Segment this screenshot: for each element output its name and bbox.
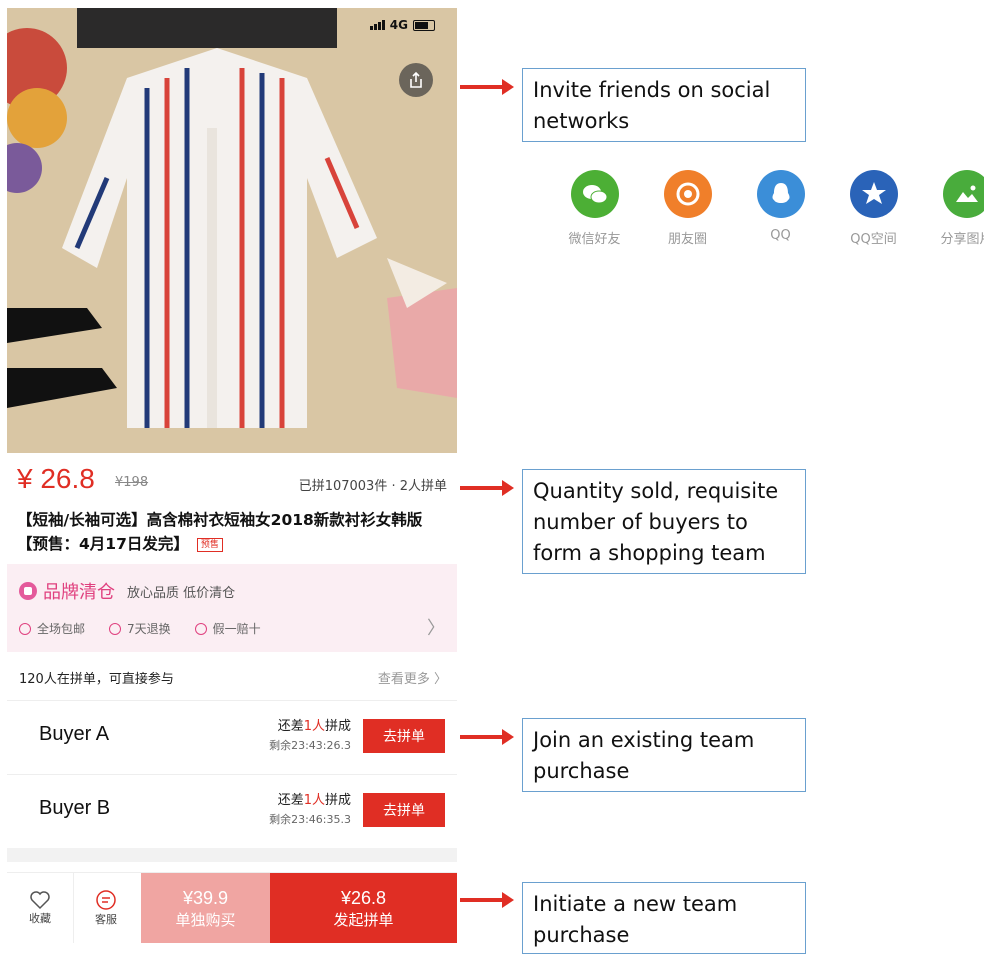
brand-header: 品牌清仓 放心品质 低价清仓 — [19, 578, 235, 604]
arrow-head-icon — [502, 480, 514, 496]
callout-quantity: Quantity sold, requisite number of buyer… — [522, 469, 806, 574]
check-circle-icon — [194, 622, 207, 635]
need-count: 还差1人拼成 — [278, 715, 351, 734]
brand-clearance-banner[interactable]: 品牌清仓 放心品质 低价清仓 全场包邮 7天退换 假一赔十 〉 — [7, 564, 457, 652]
share-label: 朋友圈 — [667, 232, 707, 247]
price-row: ¥ 26.8 ¥198 已拼107003件 · 2人拼单 — [17, 463, 447, 497]
annotation-arrow — [460, 480, 514, 496]
annotation-arrow — [460, 729, 514, 745]
buy-alone-button[interactable]: ¥39.9 单独购买 — [141, 873, 270, 943]
callout-initiate: Initiate a new team purchase — [522, 882, 806, 954]
status-bar: 4G — [369, 18, 435, 32]
annotation-arrow — [460, 79, 514, 95]
callout-share: Invite friends on social networks — [522, 68, 806, 142]
moments-icon — [663, 170, 712, 218]
favorite-label: 收藏 — [29, 912, 51, 925]
arrow-head-icon — [502, 79, 514, 95]
share-button[interactable] — [399, 63, 433, 97]
product-photo — [7, 8, 457, 453]
sold-count: 已拼107003件 · 2人拼单 — [298, 479, 447, 494]
brand-name: 品牌清仓 — [43, 582, 115, 603]
arrow-head-icon — [502, 892, 514, 908]
group-list-header: 120人在拼单，可直接参与 查看更多 〉 — [19, 668, 447, 687]
product-image: 4G — [7, 8, 457, 453]
chevron-right-icon: 〉 — [427, 618, 445, 639]
share-label: QQ — [770, 228, 791, 243]
presale-badge: 预售 — [196, 537, 223, 552]
buyer-name: Buyer A — [39, 723, 110, 745]
need-prefix: 还差 — [277, 793, 304, 808]
brand-features: 全场包邮 7天退换 假一赔十 — [19, 620, 261, 637]
remaining-time: 剩余23:46:35.3 — [269, 813, 351, 826]
need-prefix: 还差 — [277, 719, 304, 734]
wechat-icon — [570, 170, 619, 218]
feature-item: 假一赔十 — [194, 620, 261, 637]
check-circle-icon — [19, 622, 31, 635]
solo-price: ¥39.9 — [182, 887, 229, 908]
team-label: 发起拼单 — [333, 910, 394, 929]
join-group-button[interactable]: 去拼单 — [363, 793, 445, 827]
feature-item: 全场包邮 — [19, 620, 85, 637]
solo-label: 单独购买 — [175, 910, 236, 929]
check-circle-icon — [109, 622, 122, 635]
feature-label: 假一赔十 — [212, 622, 261, 636]
share-qq[interactable]: QQ — [734, 170, 827, 247]
chat-icon — [96, 890, 116, 910]
share-image[interactable]: 分享图片 — [920, 170, 984, 247]
annotation-arrow — [460, 892, 514, 908]
share-targets: 微信好友 朋友圈 QQ QQ空间 分享图片 — [548, 170, 984, 247]
arrow-head-icon — [502, 729, 514, 745]
signal-icon — [369, 20, 385, 30]
share-label: QQ空间 — [850, 232, 897, 247]
view-more-link[interactable]: 查看更多 〉 — [378, 668, 447, 687]
product-title: 【短袖/长袖可选】高含棉衬衣短袖女2018新款衬衫女韩版【预售：4月17日发完】… — [17, 508, 447, 556]
network-label: 4G — [389, 18, 408, 32]
share-icon — [410, 71, 422, 88]
customer-service-button[interactable]: 客服 — [73, 873, 139, 943]
phone-screen: 4G ¥ 26.8 ¥198 已拼107003件 · 2人拼单 【短袖/长袖可选… — [7, 8, 457, 954]
share-label: 分享图片 — [940, 232, 984, 247]
need-number: 1人 — [303, 719, 325, 734]
share-wechat[interactable]: 微信好友 — [548, 170, 641, 247]
brand-slogan: 放心品质 低价清仓 — [127, 585, 236, 601]
group-count-label: 120人在拼单，可直接参与 — [19, 672, 174, 687]
qzone-icon — [849, 170, 898, 218]
bag-icon — [19, 582, 37, 600]
remaining-time: 剩余23:43:26.3 — [269, 739, 351, 752]
battery-icon — [413, 19, 435, 31]
group-row: Buyer B 还差1人拼成 剩余23:46:35.3 去拼单 — [7, 774, 457, 845]
share-label: 微信好友 — [568, 232, 621, 247]
need-suffix: 拼成 — [324, 793, 351, 808]
buyer-name: Buyer B — [39, 797, 111, 819]
start-team-button[interactable]: ¥26.8 发起拼单 — [270, 873, 457, 943]
favorite-button[interactable]: 收藏 — [7, 873, 74, 943]
heart-icon — [30, 891, 50, 910]
share-image-icon — [942, 170, 984, 218]
section-divider — [7, 848, 457, 862]
group-price: ¥ 26.8 — [17, 463, 95, 494]
group-row: Buyer A 还差1人拼成 剩余23:43:26.3 去拼单 — [7, 700, 457, 771]
callout-join: Join an existing team purchase — [522, 718, 806, 792]
qq-icon — [756, 170, 805, 218]
need-suffix: 拼成 — [324, 719, 351, 734]
feature-item: 7天退换 — [109, 620, 171, 637]
join-group-button[interactable]: 去拼单 — [363, 719, 445, 753]
feature-label: 全场包邮 — [37, 622, 86, 636]
need-count: 还差1人拼成 — [278, 789, 351, 808]
share-qzone[interactable]: QQ空间 — [827, 170, 920, 247]
team-price: ¥26.8 — [340, 887, 387, 908]
service-label: 客服 — [95, 913, 117, 926]
bottom-action-bar: 收藏 客服 ¥39.9 单独购买 ¥26.8 发起拼单 — [7, 872, 457, 943]
need-number: 1人 — [303, 793, 325, 808]
feature-label: 7天退换 — [127, 622, 171, 636]
original-price: ¥198 — [115, 475, 149, 490]
share-moments[interactable]: 朋友圈 — [641, 170, 734, 247]
